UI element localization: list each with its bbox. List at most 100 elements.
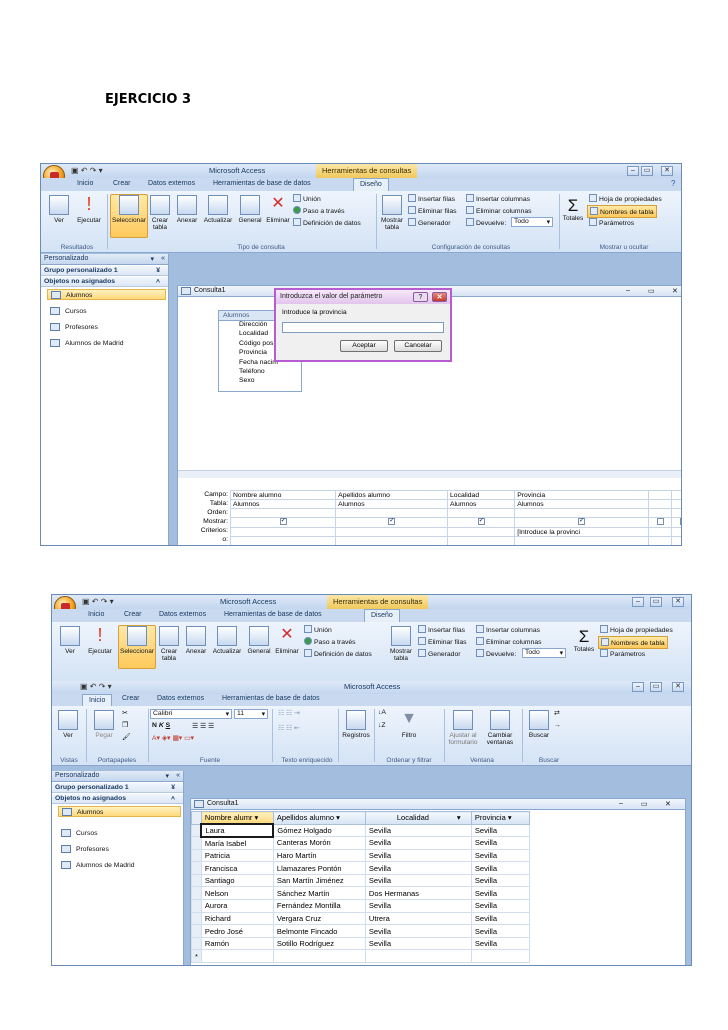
table-row[interactable]: Francisca Llamazares Pontón Sevilla Sevilla	[191, 861, 530, 875]
inner-minimize-button[interactable]: –	[632, 682, 644, 692]
indent-icons[interactable]: ☷ ☷ ⇤	[278, 724, 300, 732]
grid-o-cell[interactable]	[335, 536, 449, 545]
table-cell[interactable]	[272, 949, 366, 964]
cancelar-button[interactable]: Cancelar	[394, 340, 442, 352]
grid-orden-cell[interactable]	[447, 508, 516, 518]
grid-criterios-cell[interactable]: [Introduce la provinci	[514, 527, 649, 537]
grid-criterios-cell[interactable]	[447, 527, 516, 537]
format-painter-icon[interactable]: 🖌	[122, 733, 131, 741]
maximize-button[interactable]: ▭	[650, 597, 662, 607]
paso-traves-button[interactable]: Paso a través	[293, 206, 345, 215]
row-selector[interactable]	[191, 936, 202, 951]
table-row[interactable]: Patricia Haro Martín Sevilla Sevilla	[191, 848, 530, 863]
mostrar-tabla-button[interactable]: Mostrar tabla	[388, 626, 414, 662]
grid-empty-cell[interactable]	[671, 508, 681, 518]
table-cell[interactable]: Richard	[200, 911, 274, 926]
table-row[interactable]: María Isabel Canteras Morón Sevilla Sevilla	[191, 836, 530, 850]
table-cell[interactable]: Sevilla	[470, 823, 530, 838]
definicion-button[interactable]: Definición de datos	[304, 649, 372, 658]
tab-datos-externos[interactable]: Datos externos	[148, 180, 195, 187]
hoja-propiedades-button[interactable]: Hoja de propiedades	[600, 625, 673, 634]
row-selector[interactable]	[191, 924, 202, 938]
eliminar-filas-button[interactable]: Eliminar filas	[408, 206, 457, 215]
grid-campo-cell[interactable]: Nombre alumno	[229, 490, 337, 500]
table-cell[interactable]: Laura	[200, 823, 275, 838]
table-cell[interactable]: Sevilla	[470, 936, 530, 951]
nav-item-cursos[interactable]: Cursos	[47, 306, 166, 317]
table-cell[interactable]: Sevilla	[470, 861, 530, 875]
doc-close-button[interactable]: ✕	[672, 287, 678, 295]
totales-button[interactable]: Σ Totales	[561, 197, 585, 223]
table-cell[interactable]: Sánchez Martín	[272, 886, 366, 901]
insertar-filas-button[interactable]: Insertar filas	[408, 194, 455, 203]
generador-button[interactable]: Generador	[418, 649, 461, 658]
table-cell[interactable]: Sevilla	[364, 936, 472, 951]
cambiar-ventanas-button[interactable]: Cambiar ventanas	[482, 710, 518, 746]
grid-tabla-cell[interactable]: Alumnos	[447, 499, 516, 509]
crear-tabla-button[interactable]: Crear tabla	[149, 195, 171, 231]
tab-crear[interactable]: Crear	[113, 180, 131, 187]
parametros-button[interactable]: Parámetros	[600, 649, 645, 658]
table-cell[interactable]: Belmonte Fincado	[272, 924, 366, 938]
grid-orden-cell[interactable]	[335, 508, 449, 518]
doc-tab-consulta1[interactable]: Consulta1– ▭ ✕	[191, 799, 685, 810]
nav-group-no-asignados[interactable]: Objetos no asignados ˄	[52, 794, 183, 804]
nav-group-personalizado[interactable]: Grupo personalizado 1 ¥	[41, 266, 168, 276]
grid-orden-cell[interactable]	[229, 508, 337, 518]
doc-minimize-button[interactable]: –	[619, 800, 623, 807]
table-cell[interactable]: Sevilla	[364, 836, 472, 850]
font-color-icon[interactable]: A▾ ◈▾ ▦▾ ▭▾	[152, 734, 194, 742]
table-cell[interactable]: Sevilla	[470, 848, 530, 863]
table-cell[interactable]: Sevilla	[364, 899, 472, 913]
row-selector[interactable]	[191, 873, 202, 888]
quick-access-toolbar[interactable]: ▣ ↶ ↷ ▾	[82, 597, 114, 606]
anexar-button[interactable]: Anexar	[183, 626, 209, 655]
close-button[interactable]: ✕	[661, 166, 673, 176]
table-row[interactable]: Richard Vergara Cruz Utrera Sevilla	[191, 911, 530, 926]
table-cell[interactable]: Sevilla	[470, 911, 530, 926]
table-row[interactable]: Ramón Sotillo Rodríguez Sevilla Sevilla	[191, 936, 530, 951]
ver-button[interactable]: Ver	[56, 710, 80, 739]
mostrar-checkbox[interactable]	[477, 518, 485, 525]
table-cell[interactable]: Sotillo Rodríguez	[272, 936, 366, 951]
seleccionar-button[interactable]: Seleccionar	[118, 625, 156, 669]
table-row[interactable]: Aurora Fernández Montilla Sevilla Sevilla	[191, 899, 530, 913]
minimize-button[interactable]: –	[632, 597, 644, 607]
row-selector[interactable]	[191, 911, 202, 926]
table-cell[interactable]: Francisca	[200, 861, 274, 875]
nav-header[interactable]: Personalizado ▾ «	[41, 254, 168, 265]
grid-tabla-cell[interactable]: Alumnos	[335, 499, 449, 509]
grid-empty-cell[interactable]	[671, 499, 681, 509]
column-header-nombre[interactable]: Nombre alumr ▾	[200, 811, 274, 825]
registros-button[interactable]: Registros	[340, 710, 372, 739]
tab-crear[interactable]: Crear	[124, 611, 142, 618]
collapse-icon[interactable]: «	[161, 255, 165, 262]
quick-access-toolbar[interactable]: ▣ ↶ ↷ ▾	[71, 166, 103, 175]
table-cell[interactable]: Sevilla	[364, 823, 472, 838]
table-cell[interactable]: Sevilla	[470, 873, 530, 888]
crear-tabla-button[interactable]: Crear tabla	[158, 626, 180, 662]
replace-icon[interactable]: ⇄	[554, 709, 560, 717]
nav-item-alumnos[interactable]: Alumnos	[47, 289, 166, 300]
parameter-input[interactable]	[282, 322, 444, 333]
definicion-button[interactable]: Definición de datos	[293, 218, 361, 227]
grid-empty-cell[interactable]	[647, 490, 673, 500]
table-cell[interactable]	[364, 949, 472, 964]
table-cell[interactable]: Fernández Montilla	[272, 899, 366, 913]
table-row[interactable]: Santiago San Martín Jiménez Sevilla Sevilla	[191, 873, 530, 888]
nav-item-cursos[interactable]: Cursos	[58, 828, 181, 839]
buscar-button[interactable]: Buscar	[526, 710, 552, 739]
inner-tab-herramientas[interactable]: Herramientas de base de datos	[222, 695, 320, 702]
grid-o-cell[interactable]	[514, 536, 649, 545]
pegar-button[interactable]: Pegar	[92, 710, 116, 739]
eliminar-filas-button[interactable]: Eliminar filas	[418, 637, 467, 646]
grid-tabla-cell[interactable]: Alumnos	[514, 499, 649, 509]
table-cell[interactable]: Sevilla	[470, 924, 530, 938]
tab-inicio[interactable]: Inicio	[88, 611, 104, 618]
table-cell[interactable]: Sevilla	[364, 924, 472, 938]
mostrar-tabla-button[interactable]: Mostrar tabla	[379, 195, 405, 231]
actualizar-button[interactable]: Actualizar	[201, 195, 235, 224]
nombres-tabla-button[interactable]: Nombres de tabla	[587, 205, 657, 218]
grid-criterios-cell[interactable]	[335, 527, 449, 537]
grid-o-cell[interactable]	[229, 536, 337, 545]
